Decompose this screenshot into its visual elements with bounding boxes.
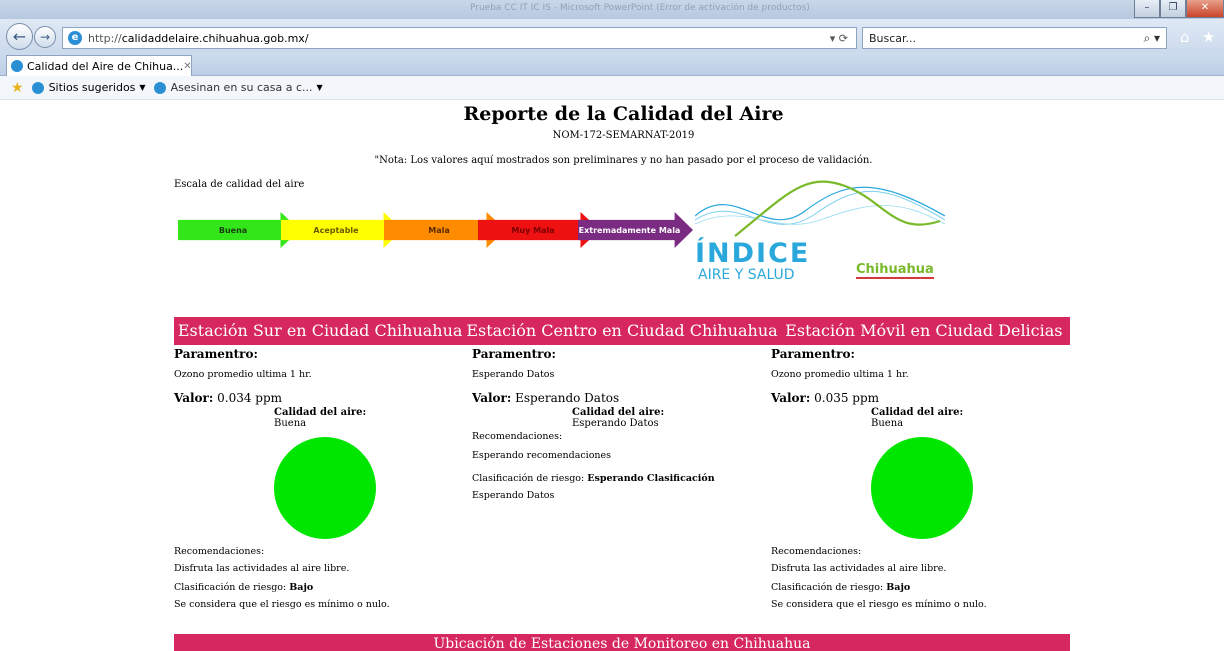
quality-value: Buena: [274, 418, 307, 429]
stations-map-header: Ubicación de Estaciones de Monitoreo en …: [174, 634, 1070, 651]
minimize-button[interactable]: –: [1134, 0, 1160, 18]
air-quality-scale: Buena Aceptable Mala Muy Mala Extremadam…: [178, 212, 693, 248]
restore-button[interactable]: ❐: [1160, 0, 1186, 18]
close-tab-icon[interactable]: ✕: [183, 61, 191, 72]
stations-header-bar: Estación Sur en Ciudad Chihuahua Estació…: [174, 317, 1070, 345]
station-header-sur: Estación Sur en Ciudad Chihuahua: [177, 321, 463, 340]
station-header-movil: Estación Móvil en Ciudad Delicias: [785, 321, 1063, 340]
risk-desc: Esperando Datos: [472, 490, 555, 501]
ie-page-icon: e: [68, 31, 82, 45]
quality-title: Calidad del aire:: [274, 407, 367, 418]
close-window-button[interactable]: ✕: [1186, 0, 1224, 18]
back-button[interactable]: ←: [6, 23, 33, 50]
window-titlebar: Prueba CC IT IC IS - Microsoft PowerPoin…: [0, 0, 1224, 19]
param-value: Ozono promedio ultima 1 hr.: [771, 369, 909, 380]
search-box[interactable]: Buscar... ⌕ ▾: [862, 27, 1167, 49]
station-centro: Paramentro: Esperando Datos Valor: Esper…: [472, 347, 772, 501]
forward-button[interactable]: →: [34, 26, 56, 48]
scale-arrow: Extremadamente Mala: [578, 212, 693, 248]
indice-aire-salud-logo: ÍNDICE AIRE Y SALUD Chihuahua: [694, 176, 946, 286]
rec-label: Recomendaciones:: [472, 431, 563, 442]
risk-line: Clasificación de riesgo: Esperando Clasi…: [472, 473, 715, 484]
rec-label: Recomendaciones:: [771, 546, 862, 557]
quality-indicator-circle: [871, 437, 973, 539]
param-heading: Paramentro:: [174, 347, 258, 361]
rec-text: Disfruta las actividades al aire libre.: [771, 563, 947, 574]
quality-indicator-circle: [274, 437, 376, 539]
tab-calidad-del-aire[interactable]: Calidad del Aire de Chihua... ✕: [6, 55, 192, 76]
home-icon[interactable]: ⌂: [1180, 28, 1190, 46]
param-value: Esperando Datos: [472, 369, 555, 380]
valor-line: Valor: Esperando Datos: [472, 391, 620, 405]
ie-fav-icon: [31, 81, 44, 94]
page-subtitle: NOM-172-SEMARNAT-2019: [552, 130, 695, 141]
favorites-star-icon[interactable]: ★: [1202, 28, 1215, 46]
window-controls: – ❐ ✕: [1134, 0, 1224, 19]
valor-line: Valor: 0.035 ppm: [771, 391, 880, 405]
logo-aire-salud-text: AIRE Y SALUD: [698, 267, 795, 283]
risk-line: Clasificación de riesgo: Bajo: [771, 582, 911, 593]
url-text[interactable]: http://calidaddelaire.chihuahua.gob.mx/: [88, 32, 309, 45]
quality-title: Calidad del aire:: [572, 407, 665, 418]
navigation-bar: ← → e http://calidaddelaire.chihuahua.go…: [0, 19, 1224, 53]
station-header-centro: Estación Centro en Ciudad Chihuahua: [466, 321, 778, 340]
scale-label: Escala de calidad del aire: [174, 179, 305, 190]
risk-desc: Se considera que el riesgo es mínimo o n…: [771, 599, 987, 610]
address-bar[interactable]: e http://calidaddelaire.chihuahua.gob.mx…: [62, 27, 857, 49]
favorites-bar: ★ Sitios sugeridos ▼ Asesinan en su casa …: [0, 76, 1224, 100]
tab-row: Calidad del Aire de Chihua... ✕: [0, 53, 1224, 76]
page-note: "Nota: Los valores aquí mostrados son pr…: [374, 155, 873, 166]
favorites-item-sitios-sugeridos[interactable]: Sitios sugeridos ▼: [31, 81, 146, 94]
logo-city-text: Chihuahua: [856, 262, 934, 279]
quality-value: Buena: [871, 418, 904, 429]
tab-label: Calidad del Aire de Chihua...: [27, 59, 184, 73]
risk-desc: Se considera que el riesgo es mínimo o n…: [174, 599, 390, 610]
favorites-item-asesinan[interactable]: Asesinan en su casa a c... ▼: [153, 81, 323, 94]
window-title: Prueba CC IT IC IS - Microsoft PowerPoin…: [470, 3, 810, 13]
logo-waves-icon: [694, 180, 946, 237]
page-title: Reporte de la Calidad del Aire: [463, 103, 784, 125]
station-movil: Paramentro: Ozono promedio ultima 1 hr. …: [771, 347, 1071, 610]
valor-line: Valor: 0.034 ppm: [174, 391, 283, 405]
rec-text: Esperando recomendaciones: [472, 450, 612, 461]
logo-indice-text: ÍNDICE: [695, 238, 811, 269]
search-input[interactable]: Buscar...: [869, 32, 916, 45]
station-sur: Paramentro: Ozono promedio ultima 1 hr. …: [174, 347, 474, 610]
search-icon[interactable]: ⌕ ▾: [1143, 31, 1160, 46]
refresh-icon[interactable]: ▾ ⟳: [830, 32, 848, 45]
quality-title: Calidad del aire:: [871, 407, 964, 418]
param-value: Ozono promedio ultima 1 hr.: [174, 369, 312, 380]
risk-line: Clasificación de riesgo: Bajo: [174, 582, 314, 593]
favorites-icon[interactable]: ★: [11, 80, 24, 96]
param-heading: Paramentro:: [472, 347, 556, 361]
rec-label: Recomendaciones:: [174, 546, 265, 557]
param-heading: Paramentro:: [771, 347, 855, 361]
rec-text: Disfruta las actividades al aire libre.: [174, 563, 350, 574]
ie-fav-icon: [153, 81, 166, 94]
ie-tab-icon: [11, 60, 23, 72]
quality-value: Esperando Datos: [572, 418, 659, 429]
